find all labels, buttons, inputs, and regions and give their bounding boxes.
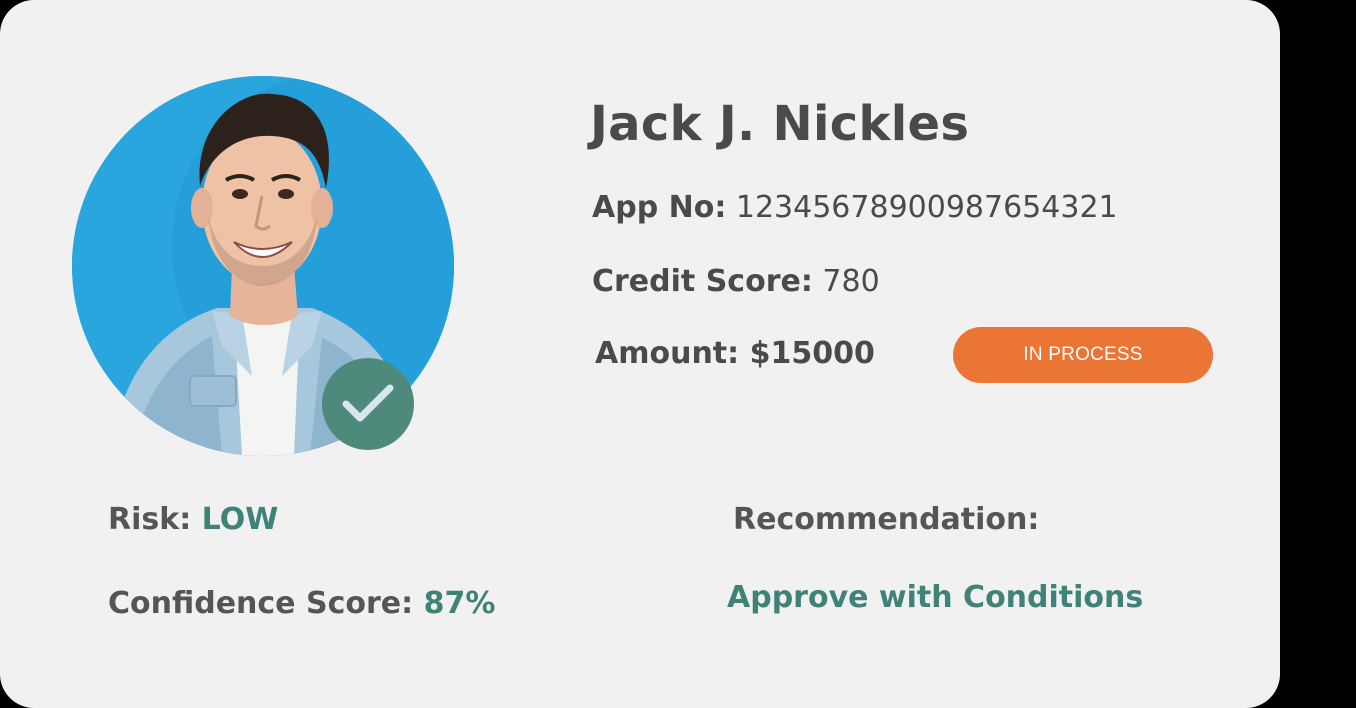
credit-score-label: Credit Score: (592, 264, 813, 299)
check-icon (342, 384, 394, 422)
risk: Risk: LOW (108, 502, 278, 537)
credit-score: Credit Score: 780 (592, 264, 880, 299)
recommendation-value: Approve with Conditions (727, 580, 1144, 615)
risk-value: LOW (201, 502, 279, 537)
confidence-label: Confidence Score: (108, 586, 414, 621)
loan-amount: Amount: $15000 (595, 336, 875, 371)
app-number: App No: 12345678900987654321 (592, 190, 1118, 225)
app-number-label: App No: (592, 190, 727, 225)
recommendation-label: Recommendation: (733, 502, 1040, 537)
avatar-container (72, 76, 454, 456)
verified-badge (322, 358, 414, 450)
confidence-value: 87% (423, 586, 496, 621)
amount-label: Amount: (595, 336, 740, 371)
credit-score-value: 780 (822, 264, 880, 299)
applicant-name: Jack J. Nickles (590, 96, 970, 152)
amount-value: $15000 (749, 336, 875, 371)
app-number-value: 12345678900987654321 (735, 190, 1118, 225)
applicant-card: Jack J. Nickles App No: 1234567890098765… (0, 0, 1280, 708)
confidence-score: Confidence Score: 87% (108, 586, 495, 621)
risk-label: Risk: (108, 502, 192, 537)
status-badge[interactable]: IN PROCESS (953, 327, 1213, 383)
